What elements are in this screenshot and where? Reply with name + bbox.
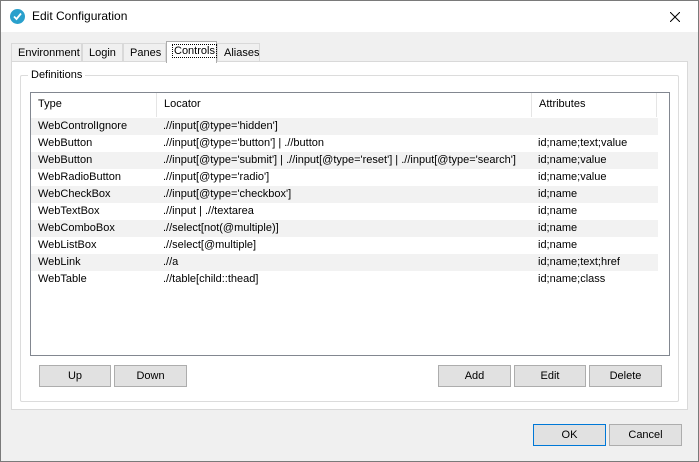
definitions-label: Definitions [28,69,86,81]
tab-aliases[interactable]: Aliases [217,43,260,62]
cell-locator: .//input[@type='hidden'] [163,120,278,132]
add-button[interactable]: Add [438,365,511,387]
cell-type: WebControlIgnore [38,120,128,132]
window-title: Edit Configuration [32,9,128,23]
table-row[interactable]: WebTextBox .//input | .//textarea id;nam… [31,203,658,220]
table-row[interactable]: WebControlIgnore .//input[@type='hidden'… [31,118,658,135]
cell-attributes: id;name;value [538,154,607,166]
ok-button[interactable]: OK [533,424,606,446]
cell-locator: .//a [163,256,179,268]
cell-attributes: id;name;text;value [538,137,628,149]
tab-environment[interactable]: Environment [11,43,82,62]
close-button[interactable] [652,1,698,32]
cell-attributes: id;name;value [538,171,607,183]
edit-configuration-window: Edit Configuration Environment Login Pan… [0,0,699,462]
cell-attributes: id;name [538,188,578,200]
cell-type: WebRadioButton [38,171,121,183]
table-row[interactable]: WebCheckBox .//input[@type='checkbox'] i… [31,186,658,203]
cell-locator: .//table[child::thead] [163,273,259,285]
definitions-list[interactable]: Type Locator Attributes WebControlIgnore… [30,92,670,356]
column-header-locator[interactable]: Locator [157,93,532,117]
tab-login[interactable]: Login [82,43,123,62]
column-header-type[interactable]: Type [31,93,157,117]
cell-attributes: id;name [538,222,578,234]
list-header: Type Locator Attributes [31,93,669,117]
cell-attributes: id;name [538,205,578,217]
delete-button[interactable]: Delete [589,365,662,387]
table-row[interactable]: WebButton .//input[@type='button'] | .//… [31,135,658,152]
cell-type: WebListBox [38,239,97,251]
table-row[interactable]: WebRadioButton .//input[@type='radio'] i… [31,169,658,186]
table-row[interactable]: WebButton .//input[@type='submit'] | .//… [31,152,658,169]
tab-panes[interactable]: Panes [123,43,166,62]
cell-locator: .//select[not(@multiple)] [163,222,279,234]
cell-attributes: id;name;class [538,273,606,285]
table-row[interactable]: WebTable .//table[child::thead] id;name;… [31,271,658,288]
cell-type: WebTable [38,273,87,285]
cell-attributes: id;name;text;href [538,256,620,268]
column-header-attributes[interactable]: Attributes [532,93,657,117]
close-icon [670,11,680,22]
table-row[interactable]: WebLink .//a id;name;text;href [31,254,658,271]
cell-type: WebComboBox [38,222,115,234]
tab-controls[interactable]: Controls [166,41,217,63]
cell-locator: .//input | .//textarea [163,205,254,217]
cell-type: WebLink [38,256,81,268]
title-bar: Edit Configuration [1,1,698,32]
cell-type: WebTextBox [38,205,100,217]
cell-locator: .//select[@multiple] [163,239,257,251]
cell-locator: .//input[@type='submit'] | .//input[@typ… [163,154,516,166]
table-row[interactable]: WebComboBox .//select[not(@multiple)] id… [31,220,658,237]
cell-locator: .//input[@type='radio'] [163,171,270,183]
edit-button[interactable]: Edit [514,365,586,387]
cancel-button[interactable]: Cancel [609,424,682,446]
cell-type: WebCheckBox [38,188,111,200]
cell-type: WebButton [38,154,93,166]
cell-locator: .//input[@type='checkbox'] [163,188,292,200]
down-button[interactable]: Down [114,365,187,387]
up-button[interactable]: Up [39,365,111,387]
app-check-icon [10,9,25,24]
cell-locator: .//input[@type='button'] | .//button [163,137,325,149]
table-row[interactable]: WebListBox .//select[@multiple] id;name [31,237,658,254]
cell-attributes: id;name [538,239,578,251]
cell-type: WebButton [38,137,93,149]
